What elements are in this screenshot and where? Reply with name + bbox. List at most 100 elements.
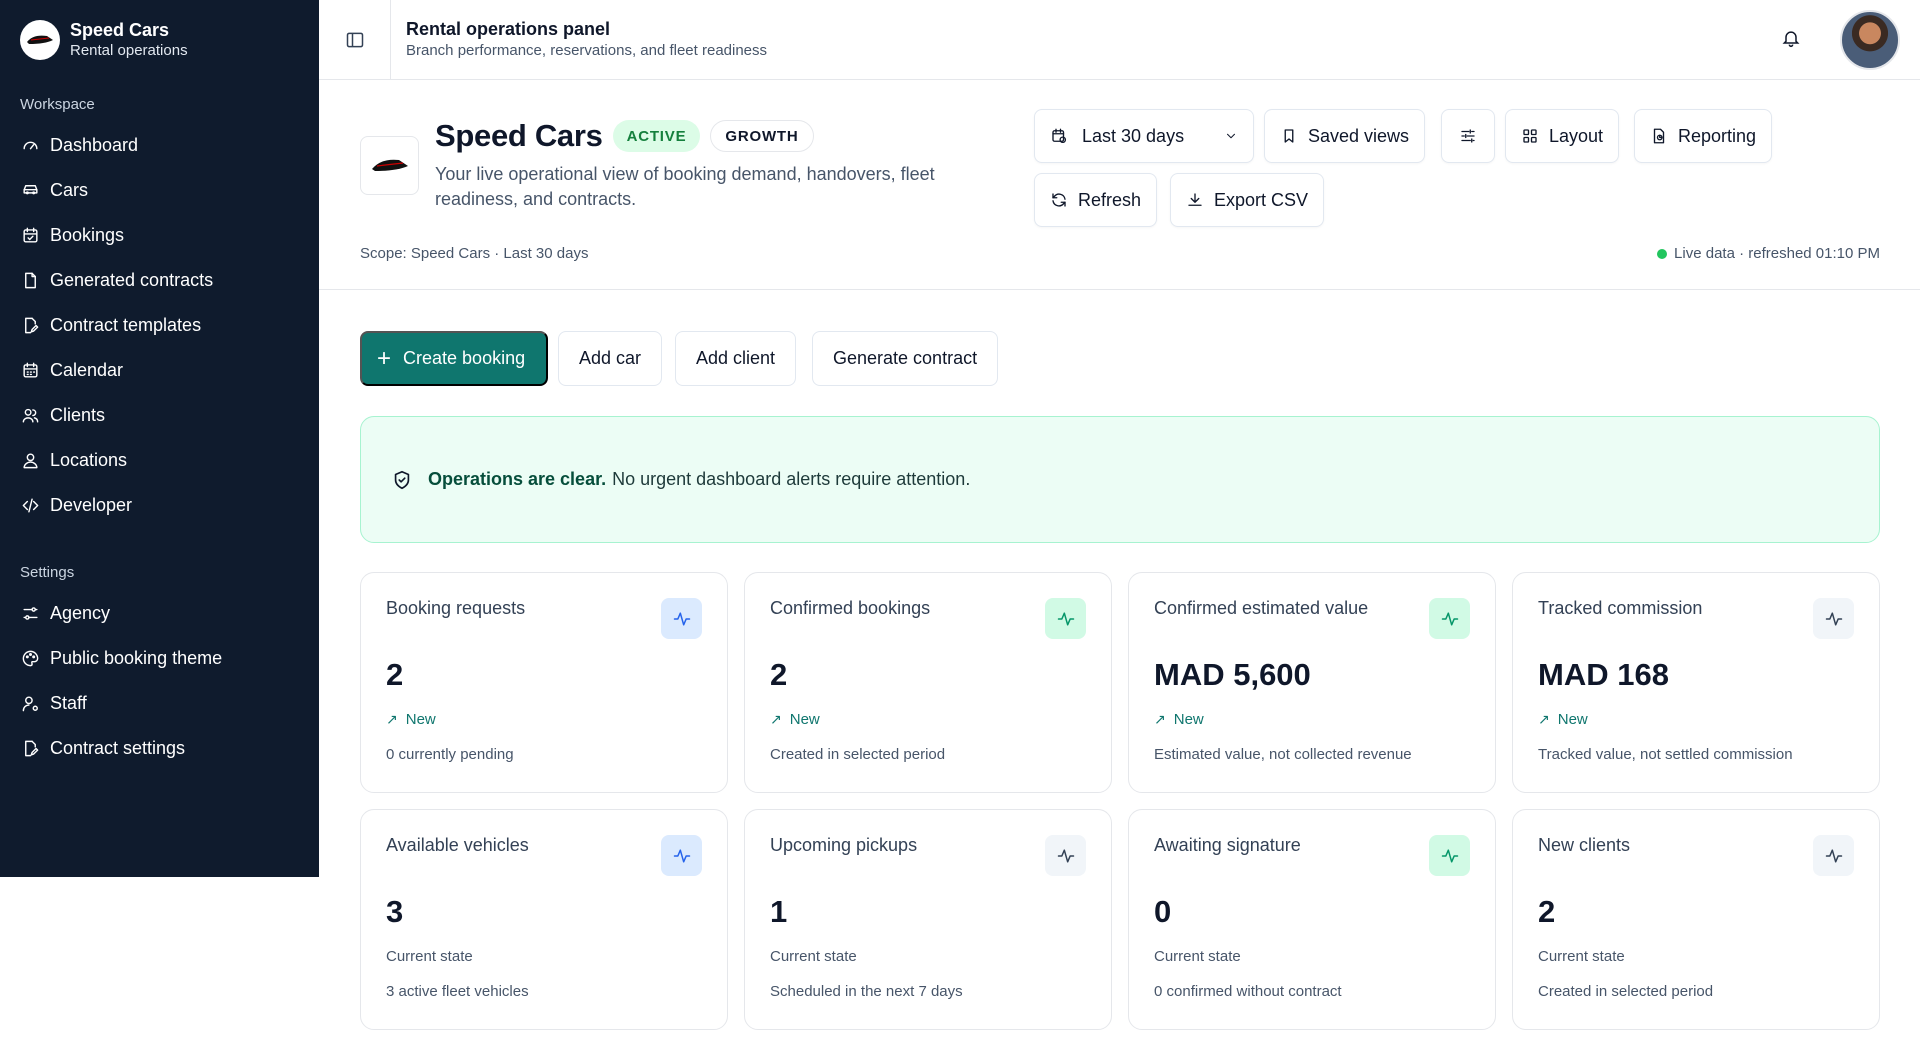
stat-card[interactable]: Awaiting signature 0 Current state 0 confir… — [1128, 809, 1496, 1030]
stat-card-trend-label: Current state — [1538, 948, 1625, 965]
bookmark-icon — [1284, 129, 1294, 143]
sidebar-item-bookings[interactable]: Bookings — [0, 213, 319, 258]
stat-card-trend-label: New — [789, 711, 820, 728]
sidebar-item-calendar[interactable]: Calendar — [0, 348, 319, 393]
stat-card-title: Available vehicles — [386, 835, 529, 855]
activity-icon — [1813, 598, 1854, 639]
stat-card[interactable]: Upcoming pickups 1 Current state Scheduled … — [744, 809, 1112, 1030]
saved-views-label: Saved views — [1308, 125, 1410, 146]
avatar[interactable] — [1840, 10, 1900, 70]
main-content: Speed Cars ACTIVE GROWTH Your live opera… — [319, 80, 1920, 1041]
activity-icon — [1045, 835, 1086, 876]
stat-card-note: Tracked value, not settled commission — [1538, 746, 1793, 763]
user-pin-icon — [20, 451, 40, 471]
report-icon — [1653, 128, 1665, 144]
date-range-select[interactable]: Last 30 days — [1034, 109, 1254, 163]
stat-card-value: 0 — [1154, 894, 1172, 929]
refresh-button[interactable]: Refresh — [1034, 173, 1158, 227]
arrow-up-right-icon: ↗ — [1154, 711, 1166, 727]
stat-card-trend-label: Current state — [770, 948, 857, 965]
brand-name: Speed Cars — [70, 20, 170, 40]
brand-logo — [20, 19, 60, 60]
sidebar-item-clients[interactable]: Clients — [0, 393, 319, 438]
sidebar-item-developer[interactable]: Developer — [0, 483, 319, 528]
plus-icon: + — [377, 344, 392, 372]
sidebar-item-label: Bookings — [50, 225, 125, 246]
company-header: Speed Cars ACTIVE GROWTH Your live opera… — [319, 80, 1920, 290]
stat-card[interactable]: Booking requests 2 ↗ New 0 currently pending — [360, 572, 728, 793]
refresh-label: Refresh — [1078, 189, 1142, 210]
alert-text: No urgent dashboard alerts require atten… — [612, 469, 971, 489]
filters-button[interactable] — [1441, 109, 1495, 163]
sidebar-item-label: Locations — [50, 450, 128, 471]
sidebar-item-label: Public booking theme — [50, 648, 223, 669]
status-badge: ACTIVE — [612, 120, 701, 152]
sidebar-item-dashboard[interactable]: Dashboard — [0, 123, 319, 168]
stat-card[interactable]: Available vehicles 3 Current state 3 active… — [360, 809, 728, 1030]
stat-card-title: Awaiting signature — [1154, 835, 1301, 855]
stat-card-title: Confirmed estimated value — [1154, 598, 1369, 618]
brand[interactable]: Speed Cars Rental operations — [0, 0, 319, 79]
generate-contract-button[interactable]: Generate contract — [812, 331, 999, 386]
sidebar-item-public-booking-theme[interactable]: Public booking theme — [0, 636, 319, 681]
activity-icon — [1429, 835, 1470, 876]
stat-card-trend-label: Current state — [1154, 948, 1241, 965]
activity-icon — [1429, 598, 1470, 639]
sidebar-item-staff[interactable]: Staff — [0, 681, 319, 726]
sidebar-item-contract-templates[interactable]: Contract templates — [0, 303, 319, 348]
car-icon — [20, 181, 40, 201]
stat-card-trend: ↗ New — [770, 711, 820, 728]
stat-card-trend: Current state — [1154, 948, 1241, 965]
gauge-icon — [20, 136, 40, 156]
code-icon — [20, 496, 40, 516]
notifications-button[interactable] — [1781, 28, 1805, 52]
add-car-button[interactable]: Add car — [558, 331, 663, 386]
workspace-nav: Dashboard Cars Bookings Generated contra… — [0, 123, 319, 528]
sidebar-item-locations[interactable]: Locations — [0, 438, 319, 483]
export-csv-button[interactable]: Export CSV — [1170, 173, 1325, 227]
stat-card-trend-label: Current state — [386, 948, 473, 965]
export-csv-label: Export CSV — [1214, 189, 1309, 210]
page-title: Rental operations panel — [406, 19, 611, 40]
sidebar-item-label: Calendar — [50, 360, 124, 381]
page-subtitle: Branch performance, reservations, and fl… — [406, 42, 768, 60]
stat-card-note: Scheduled in the next 7 days — [770, 983, 963, 1000]
users-icon — [20, 406, 40, 426]
reporting-button[interactable]: Reporting — [1634, 109, 1773, 163]
stat-card[interactable]: Tracked commission MAD 168 ↗ New Tracked val… — [1512, 572, 1880, 793]
sidebar-item-generated-contracts[interactable]: Generated contracts — [0, 258, 319, 303]
stat-card-value: 3 — [386, 894, 404, 929]
stat-card-value: 2 — [386, 657, 404, 692]
sidebar-item-cars[interactable]: Cars — [0, 168, 319, 213]
stat-card[interactable]: Confirmed bookings 2 ↗ New Created in select… — [744, 572, 1112, 793]
sliders-icon — [1461, 129, 1475, 143]
stat-card-trend: Current state — [386, 948, 473, 965]
user-cog-icon — [20, 694, 40, 714]
sidebar-item-label: Contract templates — [50, 315, 202, 336]
calendar-check-icon — [20, 226, 40, 246]
stat-card[interactable]: New clients 2 Current state Created in sele… — [1512, 809, 1880, 1030]
stat-card-value: 2 — [1538, 894, 1556, 929]
saved-views-button[interactable]: Saved views — [1264, 109, 1426, 163]
stat-card[interactable]: Confirmed estimated value MAD 5,600 ↗ New Es… — [1128, 572, 1496, 793]
settings-section-label: Settings — [20, 564, 75, 582]
stat-card-title: Upcoming pickups — [770, 835, 918, 855]
sidebar-item-contract-settings[interactable]: Contract settings — [0, 726, 319, 771]
add-client-button[interactable]: Add client — [675, 331, 797, 386]
arrow-up-right-icon: ↗ — [386, 711, 398, 727]
file-edit-icon — [20, 316, 40, 336]
sidebar-toggle-button[interactable] — [319, 0, 391, 80]
create-booking-button[interactable]: + Create booking — [360, 331, 548, 386]
sidebar-item-agency[interactable]: Agency — [0, 591, 319, 636]
stat-card-note: Created in selected period — [1538, 983, 1714, 1000]
alert-title: Operations are clear. — [428, 469, 607, 489]
sidebar-item-label: Developer — [50, 495, 133, 516]
sidebar-item-label: Agency — [50, 603, 111, 624]
sidebar-item-label: Contract settings — [50, 738, 186, 759]
stat-card-value: 2 — [770, 657, 788, 692]
stat-card-title: New clients — [1538, 835, 1631, 855]
reporting-label: Reporting — [1678, 125, 1757, 146]
layout-button[interactable]: Layout — [1505, 109, 1620, 163]
create-booking-label: Create booking — [403, 348, 526, 368]
date-range-value: Last 30 days — [1082, 125, 1185, 146]
